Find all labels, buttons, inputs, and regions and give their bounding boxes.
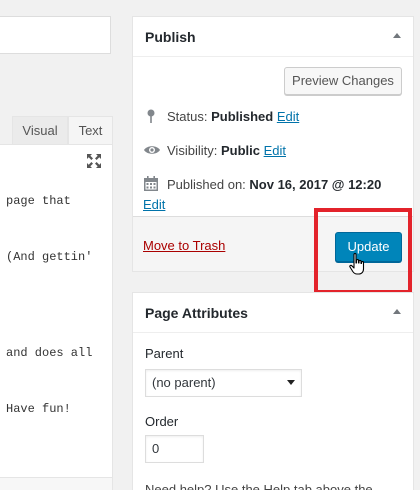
move-to-trash-link[interactable]: Move to Trash bbox=[143, 238, 225, 253]
published-label: Published on: bbox=[167, 177, 246, 192]
page-attributes-box: Page Attributes Parent (no parent) Order… bbox=[132, 292, 414, 490]
collapse-toggle-icon[interactable] bbox=[393, 33, 401, 38]
eye-icon bbox=[143, 142, 160, 158]
hand-cursor-icon bbox=[348, 252, 368, 276]
tab-text[interactable]: Text bbox=[68, 116, 113, 144]
status-edit-link[interactable]: Edit bbox=[277, 109, 299, 124]
order-label: Order bbox=[145, 414, 179, 429]
parent-select[interactable]: (no parent) bbox=[145, 369, 302, 397]
order-input[interactable]: 0 bbox=[145, 435, 204, 463]
calendar-icon bbox=[143, 176, 159, 192]
pin-icon bbox=[143, 108, 159, 124]
post-status-row: Status: Published Edit bbox=[143, 108, 299, 124]
text-editor-content[interactable]: page that (And gettin' and does all Have… bbox=[0, 177, 113, 477]
published-on-row: Published on: Nov 16, 2017 @ 12:20 bbox=[143, 176, 381, 192]
editor-line: page that bbox=[6, 194, 71, 208]
fullscreen-icon[interactable] bbox=[86, 153, 102, 169]
visibility-edit-link[interactable]: Edit bbox=[264, 143, 286, 158]
editor-status-bar bbox=[0, 477, 113, 490]
editor-tabs: Visual Text bbox=[0, 116, 113, 144]
parent-select-value: (no parent) bbox=[152, 375, 216, 390]
status-value: Published bbox=[211, 109, 274, 124]
page-attributes-title: Page Attributes bbox=[145, 305, 248, 321]
parent-label: Parent bbox=[145, 346, 184, 361]
help-text: Need help? Use the Help tab above the bbox=[145, 482, 373, 490]
collapse-toggle-icon[interactable] bbox=[393, 309, 401, 314]
editor-line: Have fun! bbox=[6, 402, 71, 416]
publish-box-header[interactable]: Publish bbox=[133, 17, 413, 57]
publish-box-title: Publish bbox=[145, 29, 196, 45]
editor-line: and does all bbox=[6, 346, 93, 360]
chevron-down-icon bbox=[287, 380, 295, 385]
visibility-value: Public bbox=[220, 143, 260, 158]
editor-line: (And gettin' bbox=[6, 250, 93, 264]
published-date-edit-link[interactable]: Edit bbox=[143, 197, 165, 212]
published-date: Nov 16, 2017 @ 12:20 bbox=[249, 177, 382, 192]
visibility-row: Visibility: Public Edit bbox=[143, 142, 286, 158]
editor-toolbar bbox=[0, 144, 113, 178]
tab-visual[interactable]: Visual bbox=[12, 116, 68, 144]
status-label: Status: bbox=[167, 109, 208, 124]
page-attributes-header[interactable]: Page Attributes bbox=[133, 293, 413, 333]
post-title-input[interactable] bbox=[0, 16, 111, 54]
preview-changes-button[interactable]: Preview Changes bbox=[284, 67, 402, 95]
visibility-label: Visibility: bbox=[167, 143, 218, 158]
highlight-frame bbox=[314, 208, 412, 294]
